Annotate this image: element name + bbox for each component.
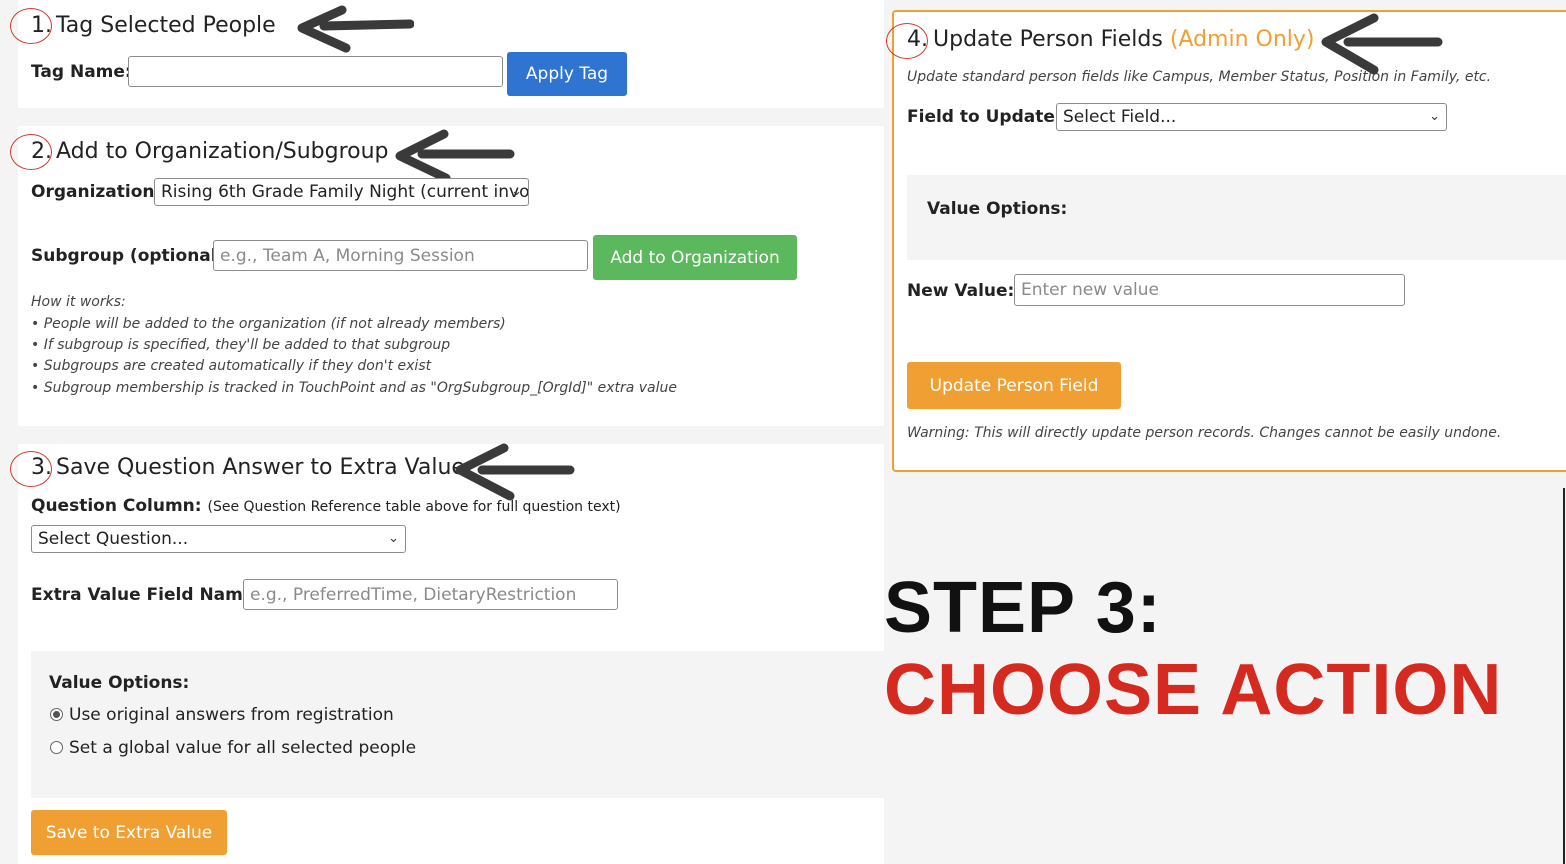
value-options-label: Value Options: xyxy=(49,673,190,693)
radio-button[interactable] xyxy=(50,741,63,754)
new-value-input[interactable] xyxy=(1014,274,1405,306)
option-original-answers[interactable]: Use original answers from registration xyxy=(50,705,394,725)
organization-selected-value: Rising 6th Grade Family Night (current i… xyxy=(161,182,529,202)
organization-select[interactable]: Rising 6th Grade Family Night (current i… xyxy=(154,178,529,206)
add-to-organization-button[interactable]: Add to Organization xyxy=(593,235,797,280)
chevron-down-icon: ⌄ xyxy=(1429,109,1440,124)
section-number-2: 2. xyxy=(31,139,52,164)
chevron-down-icon: ⌄ xyxy=(388,531,399,546)
section-title-organization: Add to Organization/Subgroup xyxy=(56,139,389,164)
option-label: Set a global value for all selected peop… xyxy=(69,738,417,758)
how-it-works-heading: How it works: xyxy=(31,294,126,310)
choose-action-heading: CHOOSE ACTION xyxy=(884,650,1503,730)
field-value-options-label: Value Options: xyxy=(927,199,1068,219)
section-title-update-fields: Update Person Fields (Admin Only) xyxy=(933,27,1315,52)
how-it-works-item: • Subgroup membership is tracked in Touc… xyxy=(31,380,678,396)
field-selected-value: Select Field... xyxy=(1063,107,1177,127)
how-it-works-item: • Subgroups are created automatically if… xyxy=(31,358,432,374)
new-value-label: New Value: xyxy=(907,281,1015,301)
extra-field-name-input[interactable] xyxy=(243,579,618,610)
update-warning-text: Warning: This will directly update perso… xyxy=(907,425,1502,441)
question-column-note: (See Question Reference table above for … xyxy=(207,499,621,515)
apply-tag-button[interactable]: Apply Tag xyxy=(507,52,627,96)
extra-field-name-label: Extra Value Field Name: xyxy=(31,585,262,605)
annotation-arrow-3 xyxy=(455,443,575,501)
tag-name-input[interactable] xyxy=(128,56,503,87)
annotation-arrow-2 xyxy=(395,129,515,183)
annotation-arrow-1 xyxy=(297,5,414,53)
section-title-extra-value: Save Question Answer to Extra Value xyxy=(56,455,465,480)
how-it-works-item: • People will be added to the organizati… xyxy=(31,316,506,332)
update-fields-title-text: Update Person Fields xyxy=(933,27,1163,52)
subgroup-label: Subgroup (optional): xyxy=(31,246,232,266)
how-it-works-item: • If subgroup is specified, they'll be a… xyxy=(31,337,451,353)
chevron-down-icon: ⌄ xyxy=(511,184,522,199)
step-heading: STEP 3: xyxy=(884,568,1162,648)
section-number-4: 4. xyxy=(907,27,928,52)
option-global-value[interactable]: Set a global value for all selected peop… xyxy=(50,738,416,758)
radio-button-selected[interactable] xyxy=(50,708,63,721)
question-column-label-text: Question Column: xyxy=(31,496,202,516)
question-column-label: Question Column: (See Question Reference… xyxy=(31,496,621,516)
field-to-update-label: Field to Update: xyxy=(907,107,1062,127)
save-to-extra-value-button[interactable]: Save to Extra Value xyxy=(31,810,227,855)
section-number-1: 1. xyxy=(31,13,52,38)
update-person-field-button[interactable]: Update Person Field xyxy=(907,362,1121,409)
field-to-update-select[interactable]: Select Field... ⌄ xyxy=(1056,103,1447,131)
scrollbar-edge xyxy=(1563,488,1565,864)
question-selected-value: Select Question... xyxy=(38,529,189,549)
section-number-3: 3. xyxy=(31,455,52,480)
update-fields-description: Update standard person fields like Campu… xyxy=(907,69,1492,85)
question-select[interactable]: Select Question... ⌄ xyxy=(31,525,406,553)
tag-name-label: Tag Name: xyxy=(31,62,132,82)
section-title-tag: Tag Selected People xyxy=(56,13,276,38)
subgroup-input[interactable] xyxy=(213,240,588,271)
admin-only-badge: (Admin Only) xyxy=(1169,27,1315,52)
organization-label: Organization: xyxy=(31,182,162,202)
option-label: Use original answers from registration xyxy=(69,705,394,725)
